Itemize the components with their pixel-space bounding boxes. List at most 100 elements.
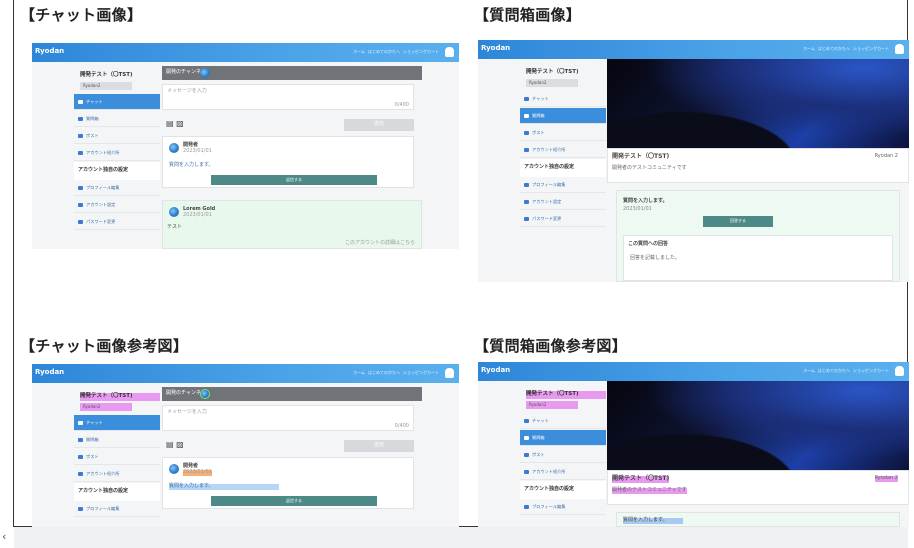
sidebar-item-profile-edit[interactable]: プロフィール編集 (74, 180, 160, 196)
user-icon[interactable] (895, 366, 904, 376)
message-input[interactable]: メッセージを入力 0/400 (162, 405, 414, 431)
app-logo: Ryodan (481, 44, 511, 52)
send-button[interactable]: 送信 (344, 440, 414, 452)
sidebar-item-question[interactable]: 質問箱 (520, 108, 606, 124)
char-counter: 0/400 (394, 102, 409, 108)
message-text: 質問を入力します。 (169, 483, 279, 490)
sidebar-item-account-settings[interactable]: アカウント設定 (74, 197, 160, 213)
user-icon[interactable] (895, 44, 904, 54)
app-logo: Ryodan (35, 47, 65, 55)
sidebar-item-question[interactable]: 質問箱 (74, 432, 160, 448)
question-card: 質問を入力します。 2023/01/01 回答する この質問への回答 回答を記載… (616, 190, 900, 282)
sidebar-item-profile-edit[interactable]: プロフィール編集 (520, 499, 606, 515)
message-card: 開発者 2023/01/01 質問を入力します。 返信する (162, 136, 414, 188)
user2-avatar (169, 207, 179, 217)
nav-guide[interactable]: はじめてのかたへ (368, 49, 400, 54)
sidebar-item-post[interactable]: ポスト (74, 449, 160, 465)
channel-avatar (200, 68, 210, 78)
attach-icons[interactable]: ▤ ▨ (166, 440, 184, 450)
nav-cart[interactable]: ショッピングカート (403, 370, 439, 375)
profile-tag: Ryodan2 (526, 79, 578, 87)
send-button[interactable]: 送信 (344, 119, 414, 131)
footer-links[interactable]: このアカウントの詳細はこちら (345, 240, 415, 247)
nav-home[interactable]: ホーム (353, 49, 365, 54)
sidebar-section-title: アカウント独自の設定 (74, 162, 160, 180)
user2-message: テスト (167, 224, 183, 230)
app-topbar: Ryodan ホーム はじめてのかたへ ショッピングカート (32, 364, 459, 383)
message-card: 開発者 2023/01/01 質問を入力します。 返信する (162, 457, 414, 509)
question-ref-screenshot: Ryodan ホーム はじめてのかたへ ショッピングカート 開発テスト（〇TST) … (478, 362, 909, 527)
heading-chat-ref: 【チャット画像参考図】 (20, 337, 189, 355)
nav-cart[interactable]: ショッピングカート (403, 49, 439, 54)
scroll-left-icon[interactable]: ‹ (2, 527, 6, 547)
message-input[interactable]: メッセージを入力 0/400 (162, 84, 414, 110)
message-card-2: Lorem Gold 2023/01/01 テスト このアカウントの詳細はこちら (162, 200, 422, 249)
message-text: 質問を入力します。 (169, 162, 214, 168)
message-input-placeholder: メッセージを入力 (167, 409, 207, 415)
community-header: 開発テスト（〇TST) Ryodan 2 開発者のテストコミュニティです (607, 148, 909, 183)
nav-home[interactable]: ホーム (803, 46, 815, 51)
heading-question: 【質問箱画像】 (474, 6, 582, 24)
nav-cart[interactable]: ショッピングカート (853, 46, 889, 51)
nav-home[interactable]: ホーム (353, 370, 365, 375)
community-header: 開発テスト（〇TST) Ryodan 2 開発者のテストコミュニティです (607, 470, 909, 505)
heading-question-ref: 【質問箱画像参考図】 (474, 337, 628, 355)
nav-home[interactable]: ホーム (803, 368, 815, 373)
community-tag: Ryodan 2 (874, 475, 898, 482)
profile-name: 開発テスト（〇TST) (526, 69, 579, 75)
channel-avatar (200, 389, 210, 399)
sidebar-item-password[interactable]: パスワード変更 (520, 211, 606, 227)
user-icon[interactable] (445, 368, 454, 378)
answer-button[interactable]: 回答する (703, 216, 773, 227)
nav-cart[interactable]: ショッピングカート (853, 368, 889, 373)
community-title: 開発テスト（〇TST) (612, 153, 670, 160)
question-text: 質問を入力します。 (623, 198, 668, 204)
sidebar-item-accounts[interactable]: アカウント紹介所 (74, 466, 160, 482)
question-card: 質問を入力します。 (616, 512, 900, 527)
poster-avatar (169, 143, 179, 153)
message-input-placeholder: メッセージを入力 (167, 88, 207, 94)
reply-button[interactable]: 返信する (211, 496, 377, 506)
sidebar-item-chat[interactable]: チャット (74, 94, 160, 110)
sidebar-item-accounts[interactable]: アカウント紹介所 (520, 464, 606, 480)
sidebar-section-title: アカウント独自の設定 (74, 483, 160, 501)
sidebar-item-password[interactable]: パスワード変更 (74, 214, 160, 230)
sidebar-item-profile-edit[interactable]: プロフィール編集 (74, 501, 160, 517)
nav-guide[interactable]: はじめてのかたへ (818, 368, 850, 373)
community-desc: 開発者のテストコミュニティです (612, 487, 687, 494)
question-date: 2023/01/01 (623, 206, 652, 212)
cover-image (607, 381, 909, 470)
sidebar-item-accounts[interactable]: アカウント紹介所 (520, 142, 606, 158)
reply-button[interactable]: 返信する (211, 175, 377, 185)
nav-guide[interactable]: はじめてのかたへ (818, 46, 850, 51)
sidebar-item-question[interactable]: 質問箱 (520, 430, 606, 446)
sidebar: 開発テスト（〇TST) Ryodan2 チャット 質問箱 ポスト アカウント紹介… (74, 391, 160, 518)
top-nav: ホーム はじめてのかたへ ショッピングカート (803, 368, 889, 373)
community-tag: Ryodan 2 (874, 153, 898, 159)
sidebar-item-post[interactable]: ポスト (74, 128, 160, 144)
question-screenshot: Ryodan ホーム はじめてのかたへ ショッピングカート 開発テスト（〇TST) … (478, 40, 909, 282)
profile-tag: Ryodan2 (80, 403, 132, 411)
sidebar-item-chat[interactable]: チャット (74, 415, 160, 431)
nav-guide[interactable]: はじめてのかたへ (368, 370, 400, 375)
sidebar-item-question[interactable]: 質問箱 (74, 111, 160, 127)
horizontal-scrollbar[interactable] (14, 527, 908, 548)
sidebar-item-post[interactable]: ポスト (520, 447, 606, 463)
profile-tag: Ryodan2 (80, 82, 132, 90)
attach-icons[interactable]: ▤ ▨ (166, 119, 184, 129)
user-icon[interactable] (445, 47, 454, 57)
app-logo: Ryodan (481, 366, 511, 374)
poster-date: 2023/01/01 (183, 469, 212, 476)
sidebar-item-chat[interactable]: チャット (520, 413, 606, 429)
sidebar-item-chat[interactable]: チャット (520, 91, 606, 107)
chat-screenshot: Ryodan ホーム はじめてのかたへ ショッピングカート 開発テスト（〇TST) … (32, 43, 459, 249)
sidebar-item-profile-edit[interactable]: プロフィール編集 (520, 177, 606, 193)
sidebar-section-title: アカウント独自の設定 (520, 159, 606, 177)
sidebar-item-post[interactable]: ポスト (520, 125, 606, 141)
heading-chat: 【チャット画像】 (20, 6, 143, 24)
sidebar-item-account-settings[interactable]: アカウント設定 (520, 194, 606, 210)
sidebar-item-accounts[interactable]: アカウント紹介所 (74, 145, 160, 161)
sidebar-section-title: アカウント独自の設定 (520, 481, 606, 499)
top-nav: ホーム はじめてのかたへ ショッピングカート (353, 49, 439, 54)
question-text: 質問を入力します。 (623, 517, 683, 524)
